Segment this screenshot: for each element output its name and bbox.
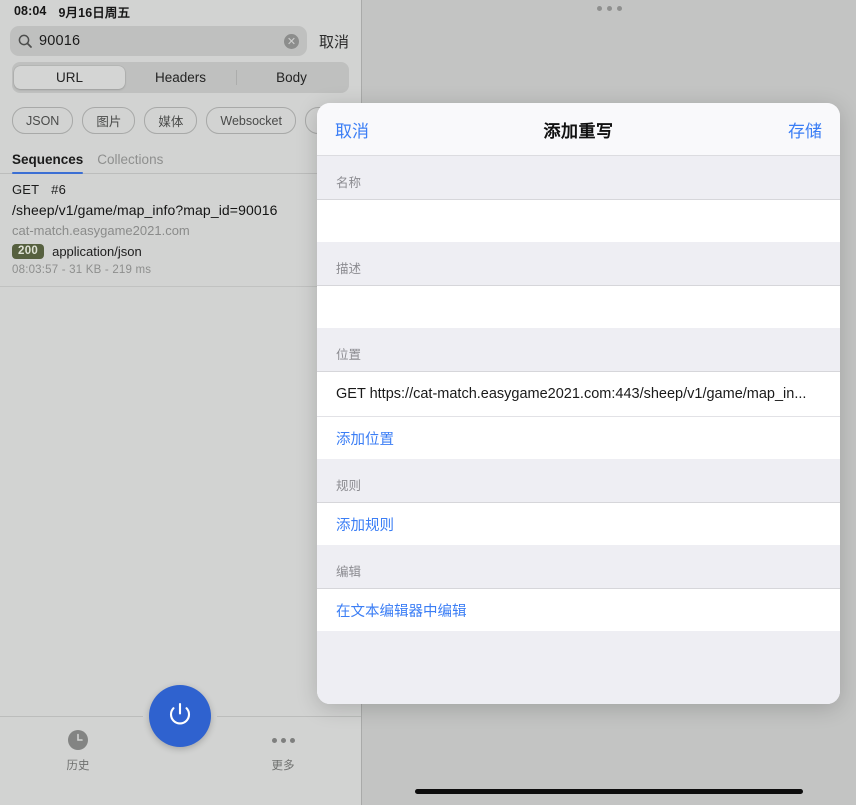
filter-chip-media[interactable]: 媒体 [144, 107, 197, 134]
tab-collections[interactable]: Collections [97, 152, 163, 173]
section-header-rules: 规则 [317, 459, 840, 502]
search-row: 90016 ✕ 取消 [0, 22, 361, 62]
request-meta: 08:03:57 - 31 KB - 219 ms [12, 264, 349, 276]
request-host: cat-match.easygame2021.com [12, 223, 349, 238]
request-list: GET #6 /sheep/v1/game/map_info?map_id=90… [0, 174, 361, 716]
add-rule-button[interactable]: 添加规则 [317, 502, 840, 545]
request-path: /sheep/v1/game/map_info?map_id=90016 [12, 202, 349, 218]
name-field[interactable] [317, 199, 840, 242]
status-bar: 08:04 9月16日周五 [0, 0, 361, 22]
segment-url[interactable]: URL [14, 66, 125, 89]
status-badge: 200 [12, 244, 44, 259]
bottom-item-history-label: 历史 [67, 757, 90, 773]
search-input-value: 90016 [39, 33, 284, 49]
request-method-row: GET #6 [12, 182, 349, 197]
filter-chip-image[interactable]: 图片 [82, 107, 135, 134]
modal-header: 取消 添加重写 存储 [317, 103, 840, 156]
search-cancel-button[interactable]: 取消 [317, 31, 351, 52]
list-tabs: Sequences Collections [0, 142, 361, 174]
power-icon [166, 700, 194, 733]
add-rewrite-modal: 取消 添加重写 存储 名称 描述 位置 GET https://cat-matc… [317, 103, 840, 704]
ellipsis-icon [272, 729, 295, 751]
modal-bottom-spacer [317, 631, 840, 704]
power-button[interactable] [149, 685, 211, 747]
modal-cancel-button[interactable]: 取消 [335, 117, 369, 142]
location-value: GET https://cat-match.easygame2021.com:4… [336, 372, 821, 416]
status-bar-date: 9月16日周五 [58, 2, 130, 21]
multitask-handle-icon[interactable] [362, 6, 856, 11]
modal-save-button[interactable]: 存储 [788, 117, 822, 142]
request-index: #6 [51, 182, 66, 197]
section-header-name: 名称 [317, 156, 840, 199]
request-status-row: 200 application/json [12, 244, 349, 259]
clear-search-icon[interactable]: ✕ [284, 34, 299, 49]
scope-segmented-control: URL Headers Body [12, 62, 349, 93]
edit-in-text-editor-button[interactable]: 在文本编辑器中编辑 [317, 588, 840, 631]
modal-title: 添加重写 [544, 117, 614, 142]
filter-chip-websocket[interactable]: Websocket [206, 107, 296, 134]
section-header-location: 位置 [317, 328, 840, 371]
segment-headers[interactable]: Headers [125, 66, 236, 89]
clock-icon [67, 729, 89, 751]
bottom-toolbar: 历史 更多 [0, 716, 361, 805]
description-field[interactable] [317, 285, 840, 328]
bottom-item-more-label: 更多 [272, 757, 295, 773]
filter-chip-json[interactable]: JSON [12, 107, 73, 134]
bottom-item-more[interactable]: 更多 [223, 729, 343, 773]
section-header-description: 描述 [317, 242, 840, 285]
left-pane: 08:04 9月16日周五 90016 ✕ 取消 URL Headers Bod… [0, 0, 361, 805]
filter-chips: JSON 图片 媒体 Websocket HT [0, 101, 361, 142]
section-header-edit: 编辑 [317, 545, 840, 588]
bottom-item-history[interactable]: 历史 [18, 729, 138, 773]
add-location-button[interactable]: 添加位置 [317, 416, 840, 459]
home-indicator [415, 789, 803, 794]
tab-sequences[interactable]: Sequences [12, 152, 83, 173]
status-bar-time: 08:04 [14, 4, 46, 18]
table-row[interactable]: GET #6 /sheep/v1/game/map_info?map_id=90… [0, 174, 361, 287]
modal-body: 名称 描述 位置 GET https://cat-match.easygame2… [317, 156, 840, 704]
search-input[interactable]: 90016 ✕ [10, 26, 307, 56]
request-mime: application/json [52, 244, 142, 259]
request-method: GET [12, 182, 39, 197]
location-row[interactable]: GET https://cat-match.easygame2021.com:4… [317, 371, 840, 416]
segment-body[interactable]: Body [236, 66, 347, 89]
search-icon [18, 34, 32, 48]
